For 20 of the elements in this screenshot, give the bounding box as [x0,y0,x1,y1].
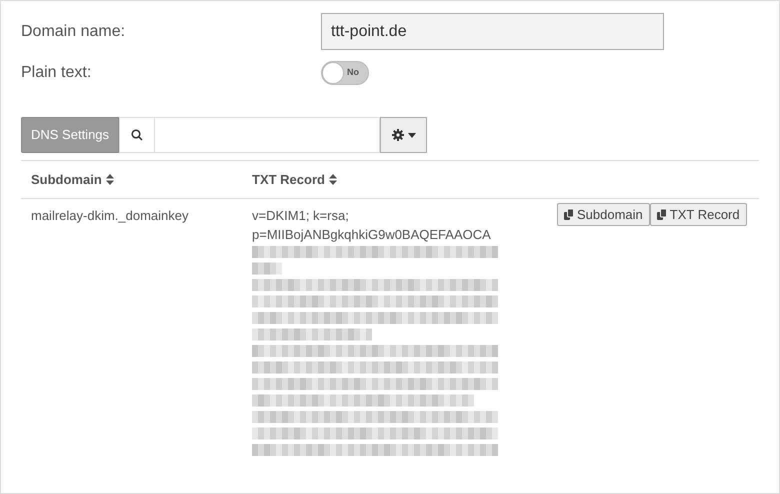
gear-icon [392,129,404,141]
table-cell-text: v=DKIM1; k=rsa; [252,207,350,225]
column-header[interactable]: Subdomain [31,170,102,190]
table-cell-text: p=MIIBojANBgkqhkiG9w0BAQEFAAOCA [252,226,492,244]
copy-icon [656,209,667,220]
copy-icon [564,209,574,220]
search-icon [119,117,156,153]
toggle-switch[interactable]: No [321,61,369,85]
copy-button[interactable]: Subdomain [557,203,650,226]
field-label: Plain text: [21,63,92,83]
table-cell: mailrelay-dkim._domainkey [31,208,188,223]
column-header[interactable]: TXT Record [252,170,325,190]
input-field[interactable]: ttt-point.de [321,13,664,50]
field-label: Domain name: [21,22,126,42]
search-field[interactable] [155,117,380,153]
settings-dropdown-button[interactable] [380,117,428,153]
caret-icon [408,132,416,138]
sort-icon[interactable] [328,174,337,185]
sort-icon[interactable] [106,174,114,185]
copy-button[interactable]: TXT Record [650,203,747,226]
